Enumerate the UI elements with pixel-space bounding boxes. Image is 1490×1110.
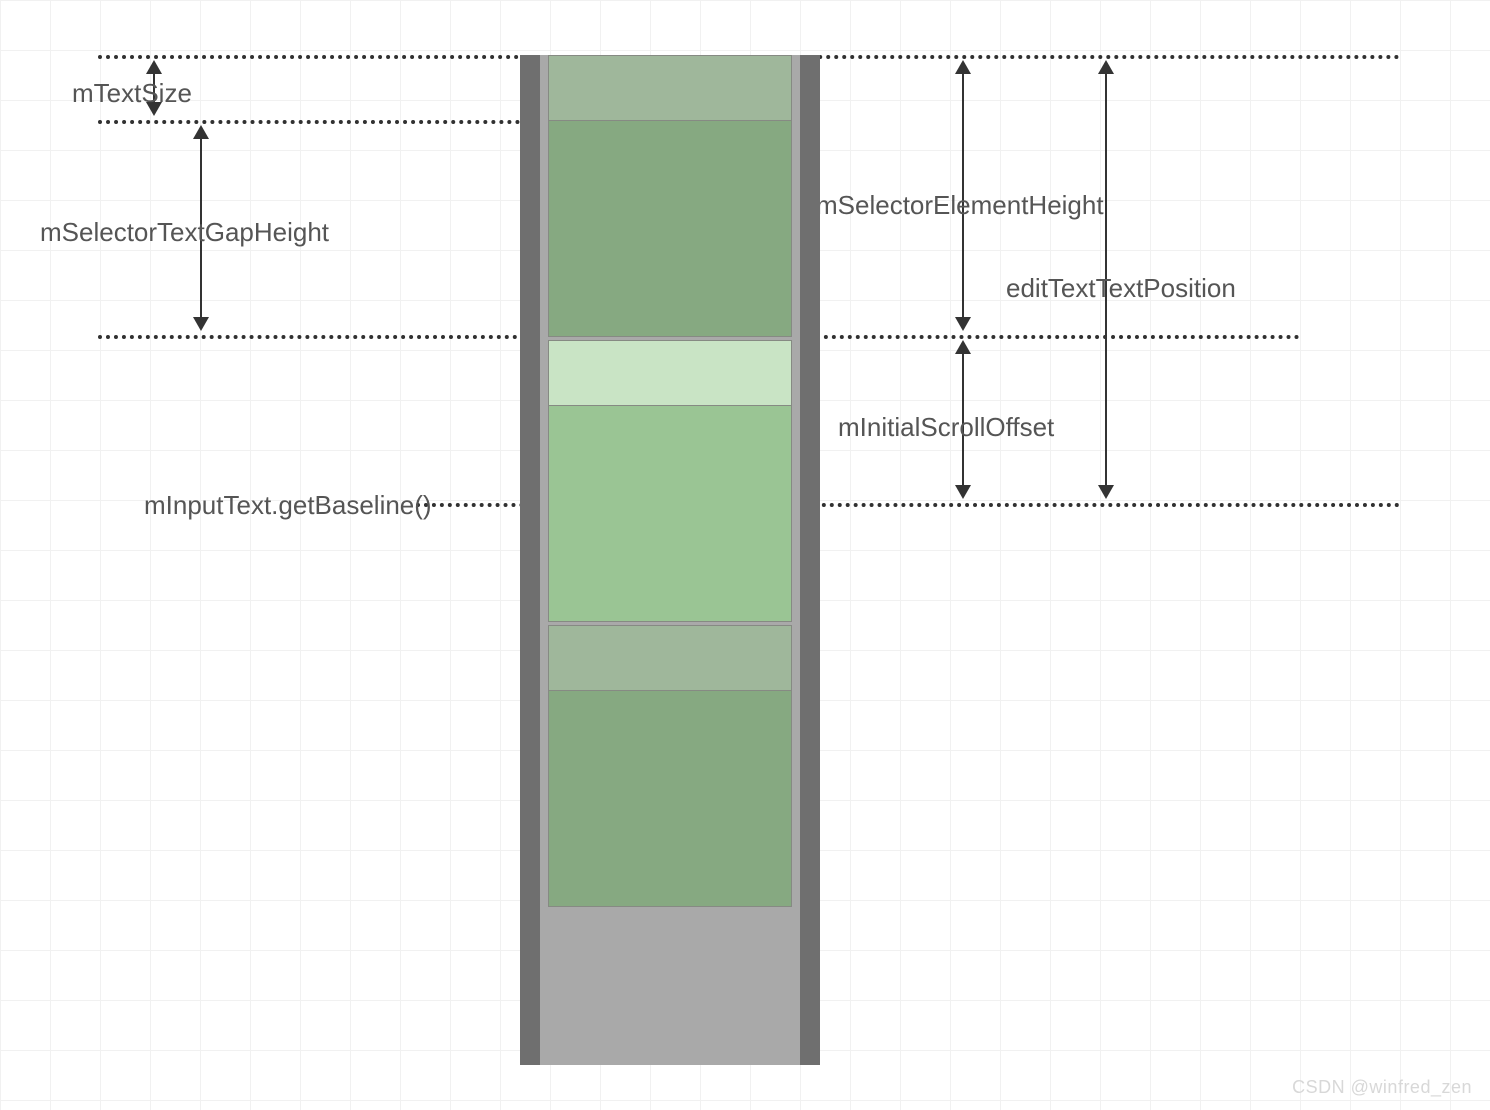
wheel-item-2-text xyxy=(548,625,792,692)
watermark: CSDN @winfred_zen xyxy=(1292,1077,1472,1098)
wheel-item-0-text xyxy=(548,55,792,122)
label-baseline: mInputText.getBaseline() xyxy=(144,490,432,521)
wheel-item-1-gap xyxy=(548,405,792,622)
label-mSelectorTextGapHeight: mSelectorTextGapHeight xyxy=(40,217,329,248)
label-mInitialScrollOffset: mInitialScrollOffset xyxy=(838,412,1054,443)
wheel-item-1-text xyxy=(548,340,792,407)
number-picker-column xyxy=(520,55,820,1065)
label-editTextTextPosition: editTextTextPosition xyxy=(1006,273,1236,304)
label-mSelectorElementHeight: mSelectorElementHeight xyxy=(816,190,1104,221)
label-mTextSize: mTextSize xyxy=(72,78,192,109)
wheel-item-2-gap xyxy=(548,690,792,907)
wheel-item-0-gap xyxy=(548,120,792,337)
ref-line-after-textsize xyxy=(98,120,528,124)
